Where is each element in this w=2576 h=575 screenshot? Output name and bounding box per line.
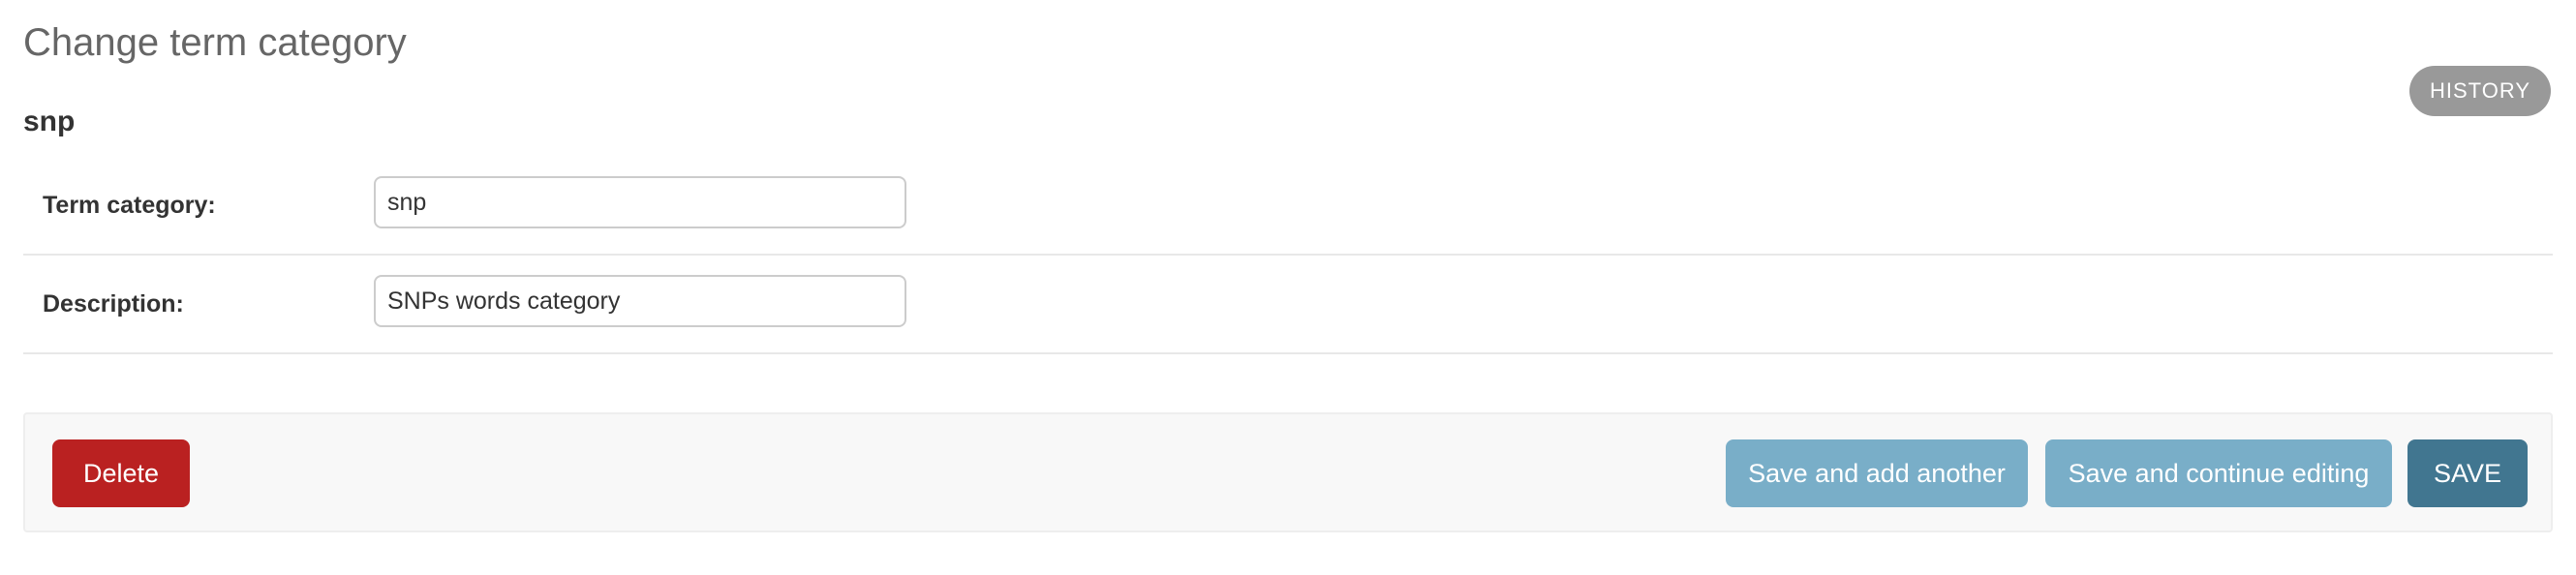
save-and-add-another-button[interactable]: Save and add another [1726, 439, 2028, 507]
description-label: Description: [43, 289, 184, 318]
history-button[interactable]: HISTORY [2409, 66, 2551, 116]
save-button[interactable]: SAVE [2407, 439, 2528, 507]
change-form-page: Change term category HISTORY snp Term ca… [0, 0, 2576, 575]
save-and-continue-editing-button[interactable]: Save and continue editing [2045, 439, 2392, 507]
object-name: snp [23, 106, 76, 137]
term-category-row: Term category: [23, 157, 2553, 256]
description-row: Description: [23, 256, 2553, 354]
description-input[interactable] [374, 275, 906, 327]
term-category-label: Term category: [43, 191, 216, 219]
term-category-input[interactable] [374, 176, 906, 228]
submit-row: Delete Save and add another Save and con… [23, 412, 2553, 532]
page-title: Change term category [23, 21, 407, 64]
delete-button[interactable]: Delete [52, 439, 190, 507]
